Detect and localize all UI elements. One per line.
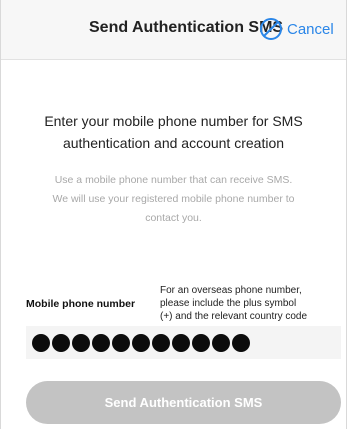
note-line-1: Use a mobile phone number that can recei… xyxy=(54,174,293,186)
header-bar: Send Authentication SMS Cancel xyxy=(1,0,346,60)
page-title: Send Authentication SMS xyxy=(89,19,284,36)
send-authentication-sms-button[interactable]: Send Authentication SMS xyxy=(26,381,341,424)
help-line-1: For an overseas phone number, xyxy=(160,285,302,296)
masked-digit xyxy=(212,333,230,352)
cancel-circle-icon[interactable] xyxy=(259,17,283,41)
sms-note-text: Use a mobile phone number that can recei… xyxy=(21,171,326,228)
masked-digit xyxy=(152,333,170,352)
phone-field-help: For an overseas phone number, please inc… xyxy=(160,284,340,323)
masked-digit xyxy=(232,333,250,352)
sms-auth-screen: Send Authentication SMS Cancel Enter you… xyxy=(0,0,347,429)
cancel-button[interactable]: Cancel xyxy=(259,16,334,42)
phone-number-input[interactable] xyxy=(26,326,341,359)
masked-digit xyxy=(172,333,190,352)
masked-digit xyxy=(52,333,70,352)
intro-line-1: Enter your mobile phone number for SMS xyxy=(44,113,303,129)
cancel-label[interactable]: Cancel xyxy=(287,21,334,38)
masked-digit xyxy=(72,333,90,352)
phone-field-label: Mobile phone number xyxy=(26,298,136,310)
note-line-2: We will use your registered mobile phone… xyxy=(52,193,295,205)
masked-digit xyxy=(132,333,150,352)
note-line-3: contact you. xyxy=(145,212,202,224)
masked-digit xyxy=(92,333,110,352)
intro-text: Enter your mobile phone number for SMS a… xyxy=(21,110,326,154)
masked-phone-value xyxy=(32,333,250,352)
help-line-3: (+) and the relevant country code xyxy=(160,311,308,322)
help-line-2: please include the plus symbol xyxy=(160,298,297,309)
masked-digit xyxy=(192,333,210,352)
intro-line-2: authentication and account creation xyxy=(62,135,285,151)
masked-digit xyxy=(32,333,50,352)
masked-digit xyxy=(112,333,130,352)
